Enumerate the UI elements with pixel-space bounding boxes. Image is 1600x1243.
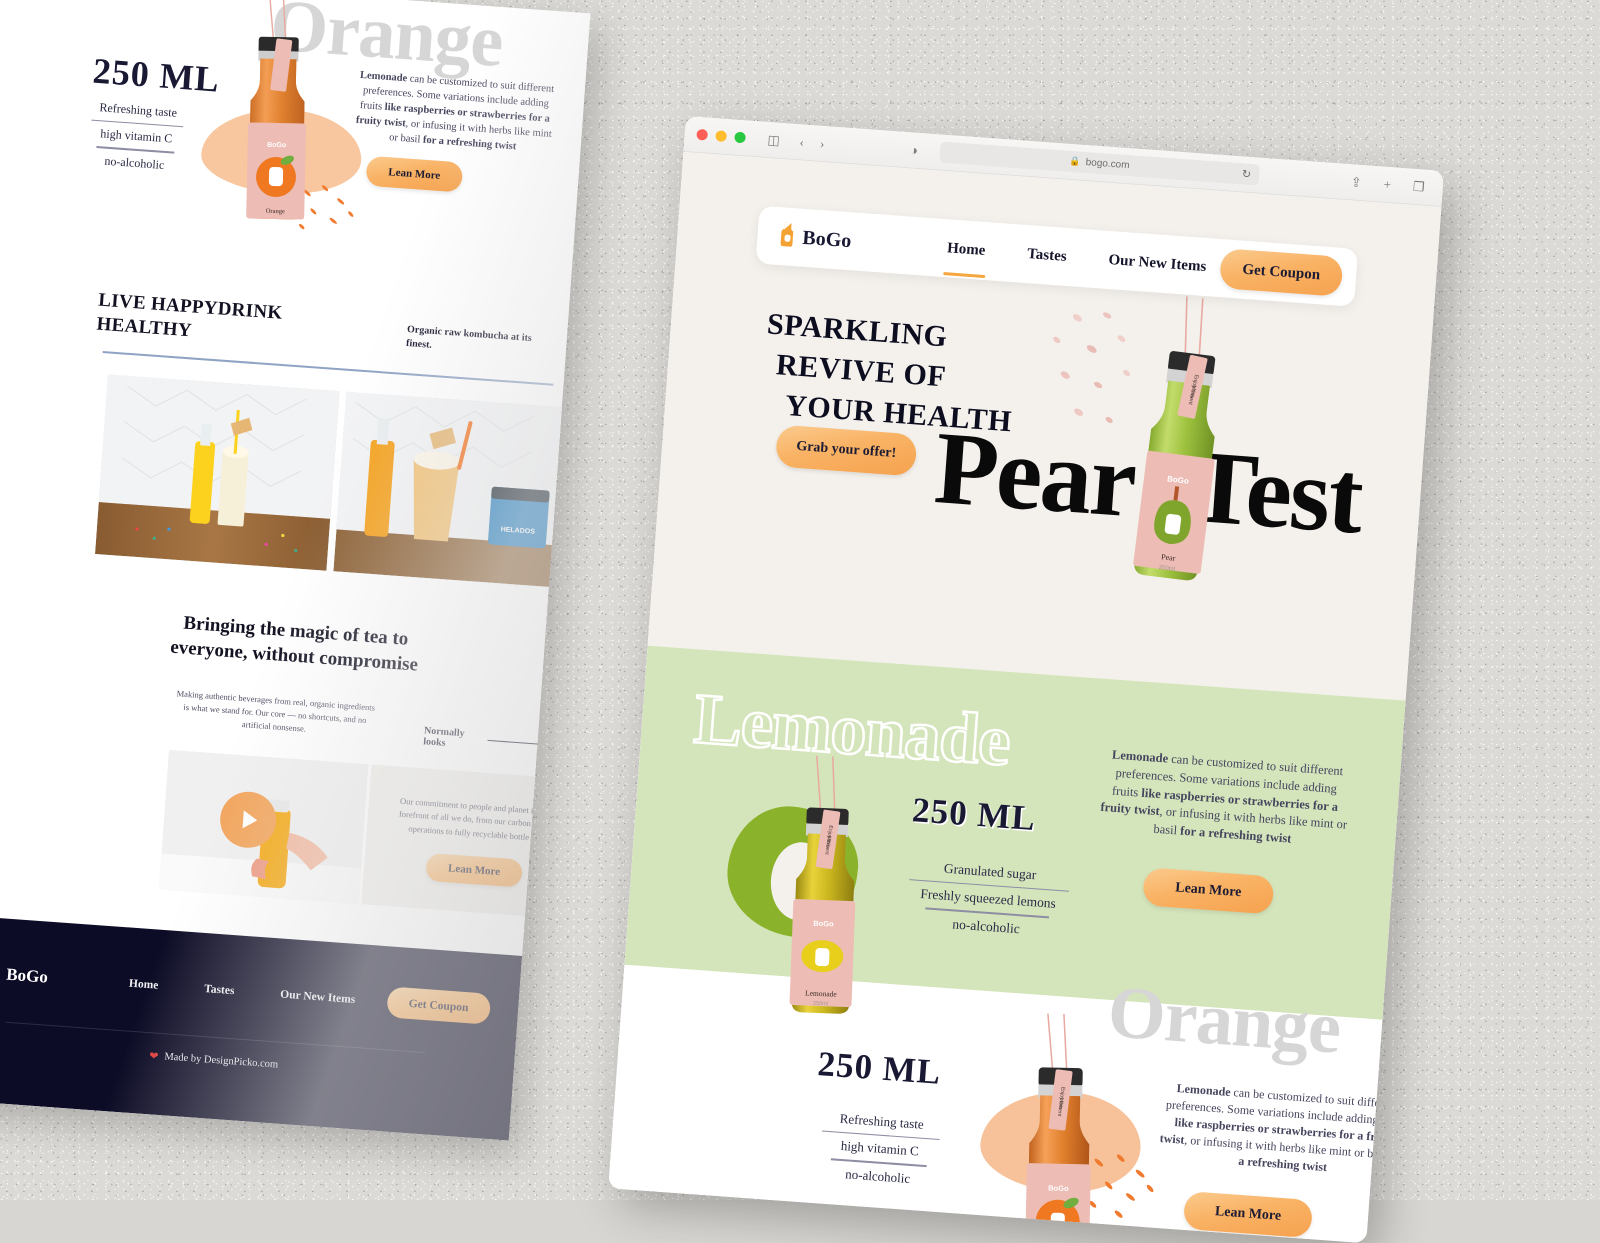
left-page-mockup: Orange 250 ML Refreshing taste high vita… xyxy=(0,0,591,1141)
reload-icon[interactable]: ↻ xyxy=(1241,167,1251,181)
nav-active-indicator xyxy=(943,271,986,278)
orange-bottle: BoGo Orange 250ml Enjoy this Moment xyxy=(994,1013,1125,1243)
lp-magic-body: Making authentic beverages from real, or… xyxy=(176,688,376,734)
desc-part: Lemonade xyxy=(1176,1081,1232,1099)
bottle-icon xyxy=(0,959,2,987)
orange-spec-list: Refreshing taste high vitamin C no-alcoh… xyxy=(813,1109,946,1189)
nav-label: Home xyxy=(946,239,986,259)
share-icon[interactable]: ⇪ xyxy=(1350,174,1362,190)
lp-video-thumb[interactable] xyxy=(158,749,369,904)
play-icon xyxy=(242,810,258,830)
heart-icon: ❤ xyxy=(148,1050,159,1063)
lp-footer-link-home[interactable]: Home xyxy=(129,977,159,991)
bottle-icon xyxy=(776,220,797,252)
lp-footer-logo[interactable]: BoGo xyxy=(0,959,104,994)
desc-part: Lemonade xyxy=(359,69,408,85)
nav-item-home[interactable]: Home xyxy=(943,236,988,278)
nav-item-our-new-items[interactable]: Our New Items xyxy=(1106,247,1210,279)
lp-spec-0: Refreshing taste xyxy=(99,100,178,120)
nav-item-tastes[interactable]: Tastes xyxy=(1024,241,1069,269)
privacy-shield-icon[interactable]: ◑ xyxy=(910,142,919,158)
svg-text:Pear: Pear xyxy=(1161,552,1177,563)
close-traffic-light[interactable] xyxy=(696,128,709,141)
url-text: bogo.com xyxy=(1085,157,1130,172)
minimize-traffic-light[interactable] xyxy=(715,130,728,142)
maximize-traffic-light[interactable] xyxy=(734,131,746,144)
lp-normally-looks-label: Normally looks xyxy=(422,725,465,749)
credit-text: Made by DesignPicko.com xyxy=(163,1051,279,1071)
chevron-left-icon[interactable]: ‹ xyxy=(799,134,804,149)
desc-part: Lemonade xyxy=(1111,747,1169,766)
lemonade-bottle: BoGo Lemonade 250ml Enjoy this Moment xyxy=(760,754,891,1058)
lp-happy-kicker: Organic raw kombucha at its finest. xyxy=(405,323,533,351)
svg-text:BoGo: BoGo xyxy=(267,142,286,149)
lock-icon: 🔒 xyxy=(1069,155,1082,167)
lemonade-description: Lemonade can be customized to suit diffe… xyxy=(1097,746,1353,853)
page-viewport: BoGo Home Tastes Our New Items Get Coupo… xyxy=(608,151,1442,1243)
lp-gallery: HELADOS xyxy=(95,374,578,589)
lp-volume-label: 250 ML xyxy=(91,50,222,100)
lp-footer-link-tastes[interactable]: Tastes xyxy=(204,983,235,997)
svg-text:Lemonade: Lemonade xyxy=(805,988,838,998)
plus-icon[interactable]: + xyxy=(1383,177,1391,192)
lp-commitment-button[interactable]: Lean More xyxy=(425,852,524,888)
lp-spec-list: Refreshing taste high vitamin C no-alcoh… xyxy=(86,99,187,174)
lp-orange-bottle: BoGo Orange xyxy=(220,0,335,246)
lp-spec-2: no-alcoholic xyxy=(104,153,165,172)
lp-footer-brand: BoGo xyxy=(5,964,49,987)
spec-divider xyxy=(96,146,175,154)
lemonade-spec-list: Granulated sugar Freshly squeezed lemons… xyxy=(900,858,1077,941)
lp-spec-1: high vitamin C xyxy=(99,126,173,146)
lp-footer-coupon-button[interactable]: Get Coupon xyxy=(386,986,492,1025)
lp-footer-link-our-new-items[interactable]: Our New Items xyxy=(280,988,356,1005)
lp-orange-hero: Orange 250 ML Refreshing taste high vita… xyxy=(0,0,590,303)
lp-commitment-row: Our commitment to people and planet is a… xyxy=(158,749,591,921)
get-coupon-button[interactable]: Get Coupon xyxy=(1218,248,1344,297)
svg-text:BoGo: BoGo xyxy=(813,919,834,929)
svg-text:250ml: 250ml xyxy=(813,1001,828,1008)
lp-normally-looks-link[interactable]: Normally looks xyxy=(422,725,553,756)
lp-happy-heading: LIVE HAPPYDRINK HEALTHY xyxy=(96,289,329,353)
sidebar-toggle-icon[interactable]: ◫ xyxy=(767,132,780,148)
lp-magic-heading: Bringing the magic of tea to everyone, w… xyxy=(129,607,462,682)
lp-lean-more-button[interactable]: Lean More xyxy=(365,155,464,193)
navbar-brand: BoGo xyxy=(801,226,853,252)
tab-overview-icon[interactable]: ❐ xyxy=(1412,179,1425,195)
browser-window: ◫ ‹ › ◑ 🔒 bogo.com ↻ ⇪ + ❐ BoGo Home Tas… xyxy=(608,116,1445,1243)
lp-orange-description: Lemonade can be customized to suit diffe… xyxy=(352,69,557,158)
gallery-photo-1[interactable] xyxy=(95,374,340,571)
svg-text:BoGo: BoGo xyxy=(1048,1184,1069,1193)
gallery-photo-2[interactable]: HELADOS xyxy=(333,391,578,589)
desc-part: for a refreshing twist xyxy=(422,134,517,153)
navbar-logo[interactable]: BoGo xyxy=(776,220,898,260)
lp-footer: BoGo Home Tastes Our New Items Get Coupo… xyxy=(0,912,523,1141)
chevron-right-icon[interactable]: › xyxy=(819,136,824,151)
orange-ghost-word: Orange xyxy=(1105,971,1344,1070)
svg-text:Orange: Orange xyxy=(266,208,285,215)
